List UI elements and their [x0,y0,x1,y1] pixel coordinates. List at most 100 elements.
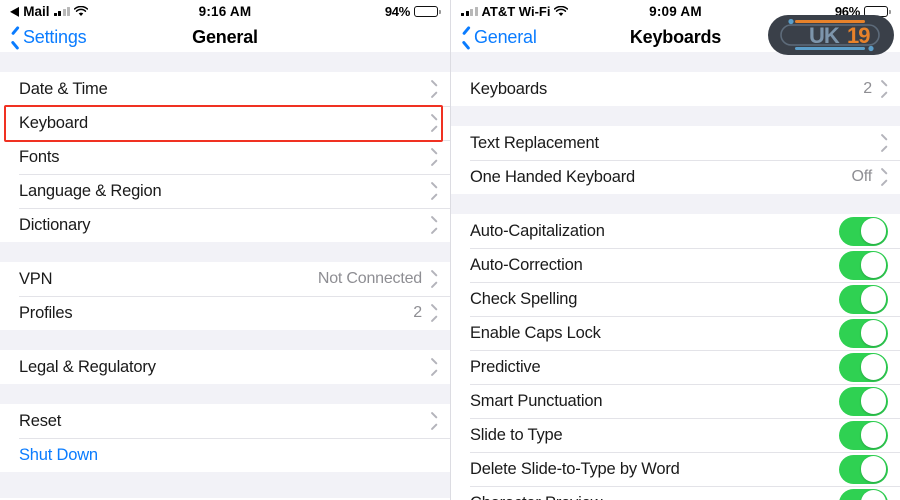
toggle-smart-punctuation[interactable] [839,387,888,416]
keyboards-settings-list: Keyboards 2 Text Replacement One Handed Key… [451,52,900,500]
settings-group: Legal & Regulatory [0,350,450,384]
list-item-enable-caps-lock[interactable]: Enable Caps Lock [451,316,900,350]
toggle-auto-correction[interactable] [839,251,888,280]
list-item-profiles[interactable]: Profiles2 [0,296,450,330]
list-item-label: Fonts [19,148,59,167]
list-item-keyboard[interactable]: Keyboard [0,106,450,140]
toggle-auto-capitalization[interactable] [839,217,888,246]
toggle-knob [861,252,886,277]
list-item-smart-punctuation[interactable]: Smart Punctuation [451,384,900,418]
list-item-value: Not Connected [318,270,430,288]
toggle-check-spelling[interactable] [839,285,888,314]
list-item-label: Auto-Correction [470,256,583,275]
page-title: General [0,27,450,48]
list-item-slide-to-type[interactable]: Slide to Type [451,418,900,452]
list-item-label: Predictive [470,358,540,377]
list-item-dictionary[interactable]: Dictionary [0,208,450,242]
toggle-character-preview[interactable] [839,489,888,500]
list-item-label: Check Spelling [470,290,577,309]
chevron-right-icon [430,219,438,232]
group-separator [0,242,450,262]
settings-group: Text Replacement One Handed KeyboardOff [451,126,900,194]
toggle-knob [861,354,886,379]
toggle-knob [861,286,886,311]
chevron-right-icon [430,83,438,96]
list-item-text-replacement[interactable]: Text Replacement [451,126,900,160]
list-item-auto-capitalization[interactable]: Auto-Capitalization [451,214,900,248]
toggle-delete-slide-to-type-by-word[interactable] [839,455,888,484]
chevron-right-icon [880,83,888,96]
settings-group: Reset Shut Down [0,404,450,472]
list-item-value: 2 [413,304,430,322]
list-item-label: Legal & Regulatory [19,358,156,377]
group-separator [451,194,900,214]
chevron-right-icon [430,185,438,198]
list-item-reset[interactable]: Reset [0,404,450,438]
toggle-knob [861,320,886,345]
left-status-bar: ◀ Mail 9:16 AM 94% [0,0,450,22]
general-settings-list: Date & Time Keyboard Fonts Language & Regio… [0,52,450,498]
toggle-knob [861,388,886,413]
toggle-predictive[interactable] [839,353,888,382]
chevron-right-icon [430,361,438,374]
chevron-right-icon [880,137,888,150]
list-item-label: Delete Slide-to-Type by Word [470,460,680,479]
svg-text:19: 19 [847,23,870,48]
group-separator [0,52,450,72]
list-bottom-spacer [0,472,450,498]
chevron-right-icon [880,171,888,184]
list-item-auto-correction[interactable]: Auto-Correction [451,248,900,282]
left-status-right: 94% [385,4,438,19]
left-clock: 9:16 AM [0,4,450,19]
list-item-label: Keyboard [19,114,88,133]
list-item-vpn[interactable]: VPN Not Connected [0,262,450,296]
list-item-label: Dictionary [19,216,90,235]
group-separator [451,106,900,126]
list-item-label: VPN [19,270,52,289]
list-item-character-preview[interactable]: Character Preview [451,486,900,500]
list-item-label: Reset [19,412,61,431]
group-separator [0,384,450,404]
list-item-label: Auto-Capitalization [470,222,605,241]
toggle-knob [861,456,886,481]
list-item-fonts[interactable]: Fonts [0,140,450,174]
toggle-knob [861,218,886,243]
settings-group: Keyboards 2 [451,72,900,106]
watermark-logo: UK 19 [767,11,895,59]
chevron-right-icon [430,117,438,130]
list-item-label: Shut Down [19,446,98,465]
chevron-right-icon [430,273,438,286]
left-phone-panel: ◀ Mail 9:16 AM 94% Settin [0,0,450,500]
toggle-slide-to-type[interactable] [839,421,888,450]
list-item-label: Date & Time [19,80,108,99]
list-item-legal-regulatory[interactable]: Legal & Regulatory [0,350,450,384]
list-item-predictive[interactable]: Predictive [451,350,900,384]
list-item-label: One Handed Keyboard [470,168,635,187]
settings-group: VPN Not Connected Profiles2 [0,262,450,330]
toggle-knob [861,490,886,500]
list-item-label: Character Preview [470,494,602,500]
toggle-knob [861,422,886,447]
left-nav-bar: Settings General [0,22,450,52]
list-item-shut-down[interactable]: Shut Down [0,438,450,472]
list-item-language-region[interactable]: Language & Region [0,174,450,208]
group-separator [0,330,450,350]
list-item-one-handed-keyboard[interactable]: One Handed KeyboardOff [451,160,900,194]
list-item-date-time[interactable]: Date & Time [0,72,450,106]
list-item-label: Keyboards [470,80,547,99]
list-item-delete-slide-to-type-by-word[interactable]: Delete Slide-to-Type by Word [451,452,900,486]
list-item-keyboards[interactable]: Keyboards 2 [451,72,900,106]
list-item-label: Slide to Type [470,426,563,445]
screenshot-root: ◀ Mail 9:16 AM 94% Settin [0,0,900,500]
battery-icon [414,6,438,17]
list-item-label: Enable Caps Lock [470,324,601,343]
toggle-enable-caps-lock[interactable] [839,319,888,348]
right-phone-panel: AT&T Wi-Fi 9:09 AM 96% General [450,0,900,500]
list-item-label: Smart Punctuation [470,392,602,411]
chevron-right-icon [430,151,438,164]
list-item-check-spelling[interactable]: Check Spelling [451,282,900,316]
list-item-value: 2 [863,80,880,98]
list-item-label: Language & Region [19,182,161,201]
list-item-label: Text Replacement [470,134,599,153]
settings-group: Auto-Capitalization Auto-Correction Check … [451,214,900,500]
